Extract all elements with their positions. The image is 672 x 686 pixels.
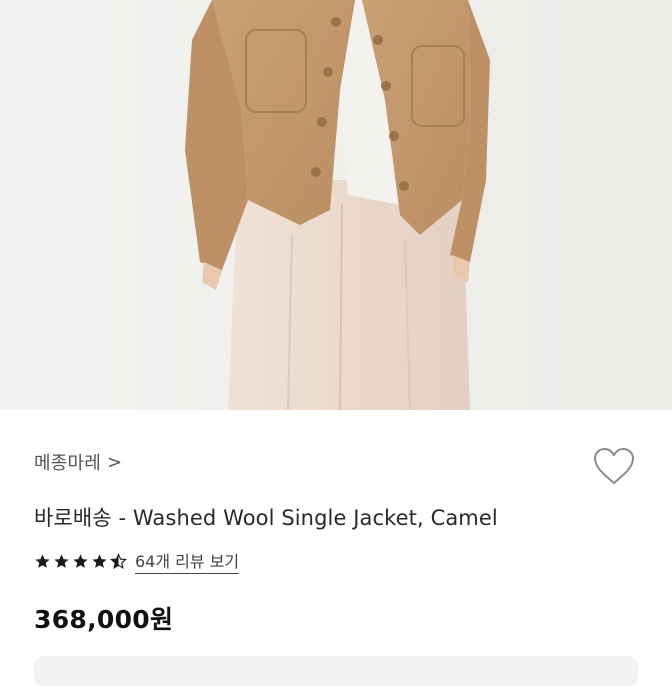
star-icon	[73, 553, 88, 568]
heart-outline-icon	[594, 448, 634, 484]
option-select-bar[interactable]	[34, 656, 638, 686]
brand-name: 메종마레	[34, 453, 102, 474]
half-star-icon	[110, 552, 127, 569]
chevron-right-icon: >	[107, 451, 123, 473]
product-title: 바로배송 - Washed Wool Single Jacket, Camel	[34, 506, 498, 530]
brand-link[interactable]: 메종마레 >	[34, 449, 122, 475]
product-price: 368,000원	[34, 605, 174, 634]
star-icon	[35, 553, 50, 568]
reviews-link[interactable]: 64개 리뷰 보기	[135, 548, 240, 574]
rating-stars	[34, 552, 127, 570]
wishlist-button[interactable]	[592, 446, 636, 486]
rating-row: 64개 리뷰 보기	[34, 548, 240, 574]
product-image[interactable]	[0, 0, 672, 410]
star-icon	[92, 553, 107, 568]
star-icon	[54, 553, 69, 568]
